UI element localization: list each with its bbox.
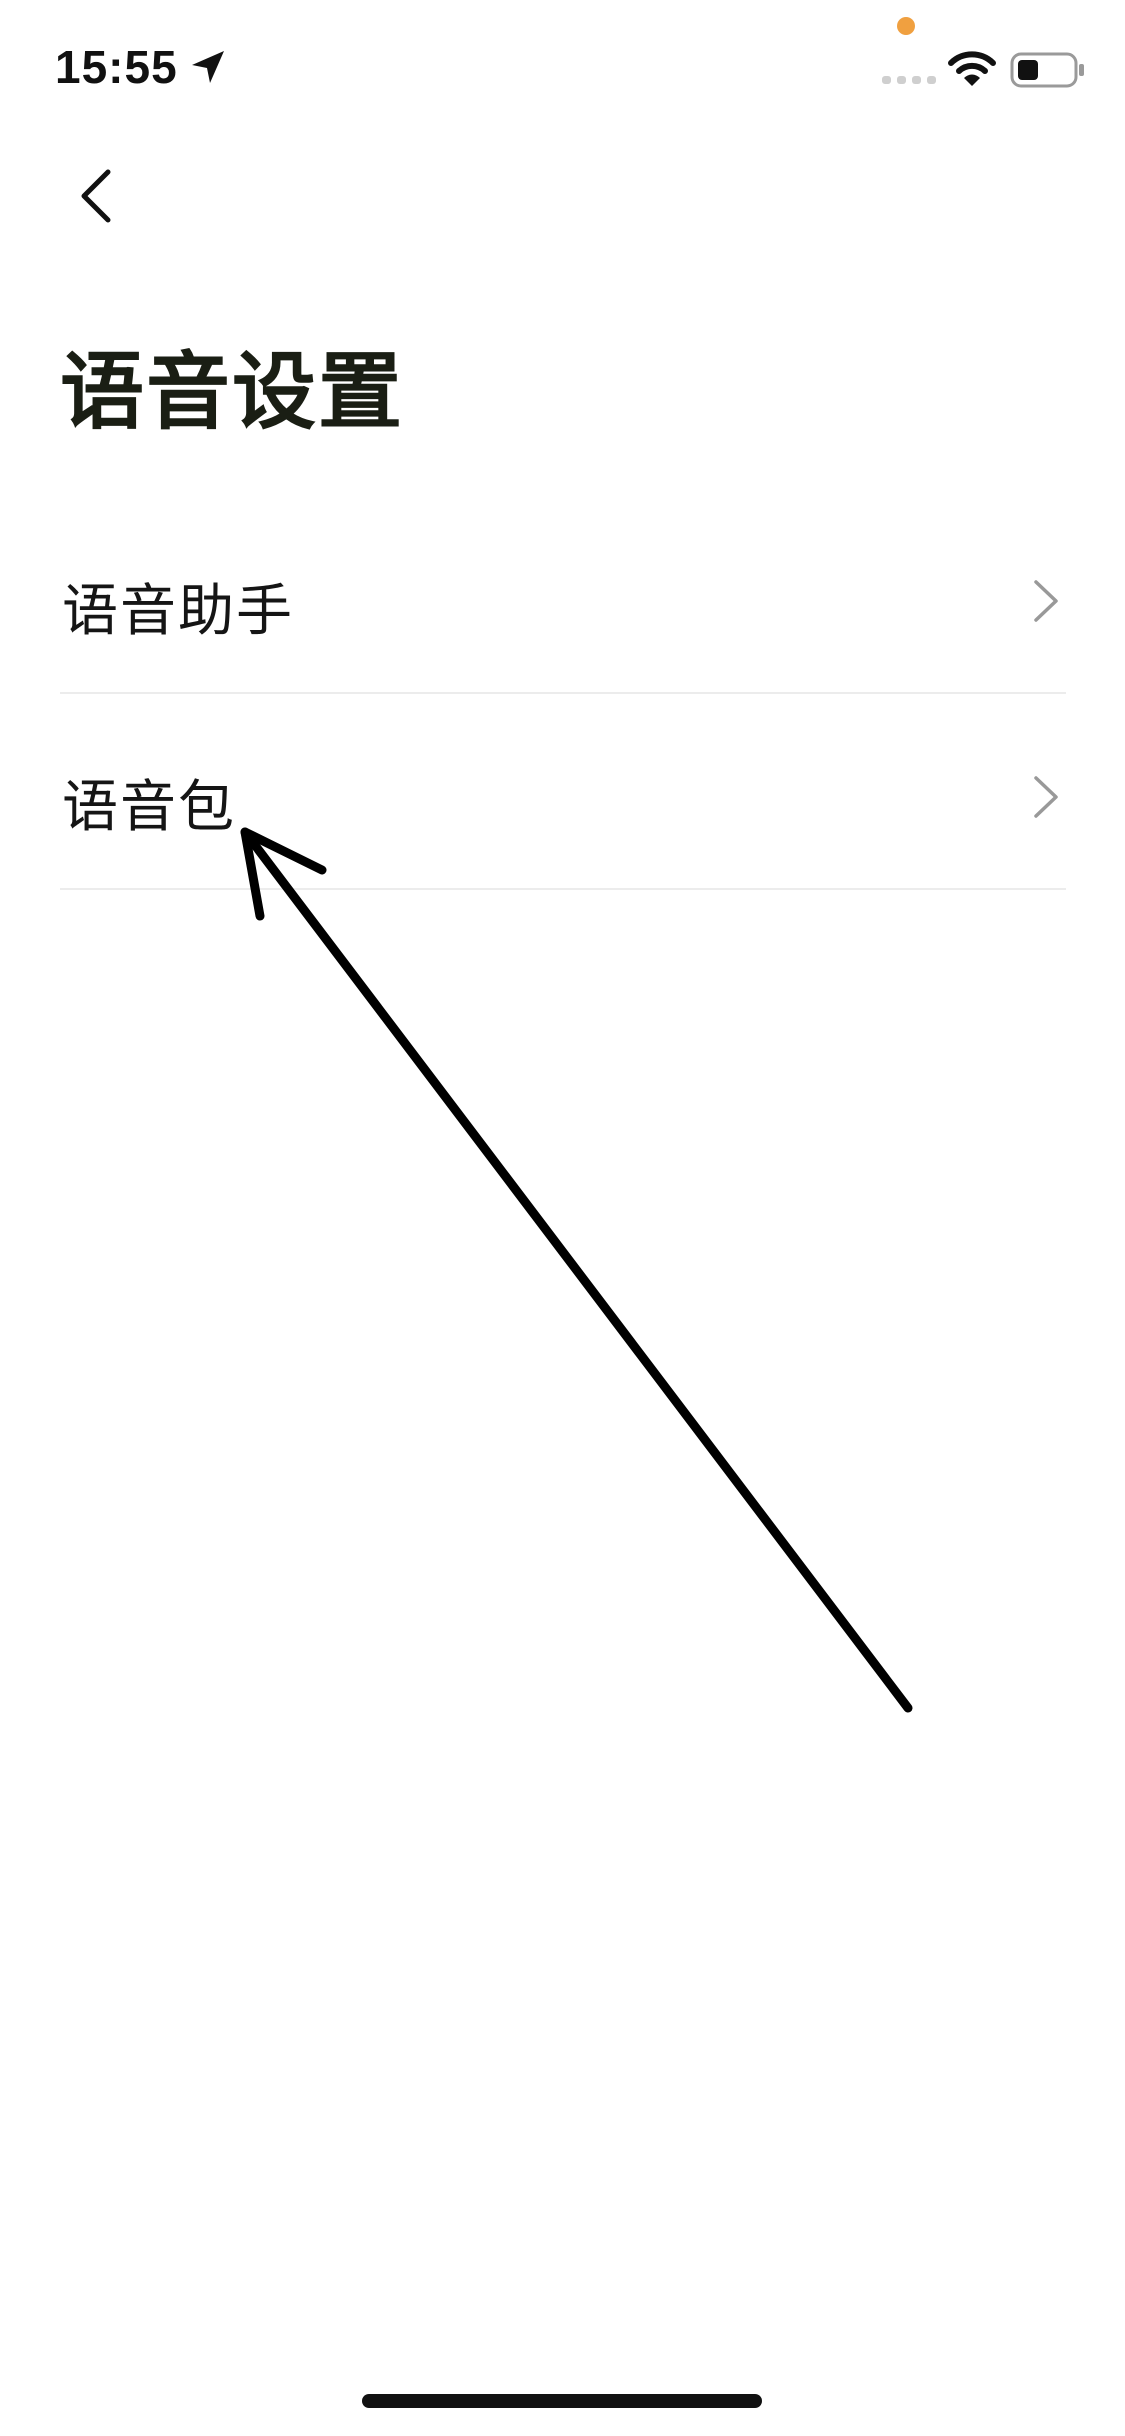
page-title: 语音设置 (60, 343, 405, 441)
menu-item-label: 语音包 (62, 775, 236, 840)
status-time: 15:55 (55, 41, 178, 93)
back-button[interactable] (62, 160, 134, 232)
status-bar: 15:55 (0, 0, 1125, 140)
menu-item-voice-pack[interactable]: 语音包 (60, 696, 1066, 890)
menu-item-label: 语音助手 (62, 579, 294, 644)
chevron-right-icon (1034, 776, 1058, 818)
chevron-right-icon (1034, 580, 1058, 622)
menu-item-voice-assistant[interactable]: 语音助手 (60, 500, 1066, 694)
microphone-indicator-dot (897, 17, 915, 35)
battery-icon (1010, 52, 1084, 88)
location-arrow-icon (192, 51, 224, 83)
home-indicator (362, 2394, 762, 2408)
wifi-icon (948, 51, 996, 86)
cellular-signal-icon (882, 76, 936, 84)
